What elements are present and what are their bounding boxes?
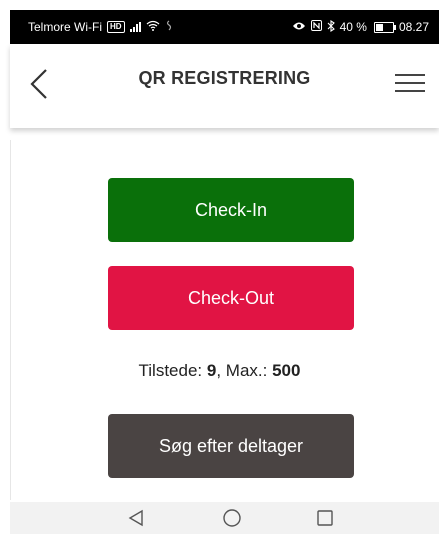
nav-home-button[interactable]	[222, 508, 242, 528]
attendance-stats: Tilstede: 9, Max.: 500	[0, 361, 439, 381]
status-time: 08.27	[398, 20, 429, 34]
search-participant-button[interactable]: Søg efter deltager	[108, 414, 354, 478]
eye-icon	[292, 20, 306, 34]
system-nav-bar	[10, 502, 439, 534]
content-divider	[10, 140, 11, 500]
screen-border-left	[0, 0, 10, 534]
app-bar: QR REGISTRERING	[10, 44, 439, 128]
signal-icon	[129, 22, 141, 32]
battery-percent: 40 %	[339, 20, 367, 34]
max-label: , Max.:	[216, 361, 273, 380]
wifi-icon	[146, 20, 160, 34]
status-bar: Telmore Wi-Fi HD 40 % 08.27	[10, 10, 439, 44]
present-count: 9	[206, 361, 217, 380]
nfc-icon	[310, 20, 322, 34]
nav-home-icon	[223, 509, 241, 527]
present-label: Tilstede:	[138, 361, 207, 380]
carrier-name: Telmore Wi-Fi	[28, 20, 102, 34]
page-title: QR REGISTRERING	[138, 68, 311, 88]
bluetooth-icon	[327, 19, 335, 35]
nav-back-icon	[128, 509, 143, 527]
max-count: 500	[272, 361, 301, 380]
hamburger-menu-icon	[395, 74, 425, 92]
menu-button[interactable]	[395, 74, 425, 98]
data-sync-icon	[165, 20, 173, 34]
status-right: 40 % 08.27	[292, 19, 429, 35]
nav-recents-button[interactable]	[315, 508, 335, 528]
battery-icon	[373, 21, 396, 33]
check-in-button[interactable]: Check-In	[108, 178, 354, 242]
check-out-button[interactable]: Check-Out	[108, 266, 354, 330]
nav-recents-icon	[317, 510, 333, 526]
hd-badge: HD	[107, 21, 125, 33]
status-left: Telmore Wi-Fi HD	[28, 20, 173, 34]
nav-back-button[interactable]	[127, 508, 147, 528]
